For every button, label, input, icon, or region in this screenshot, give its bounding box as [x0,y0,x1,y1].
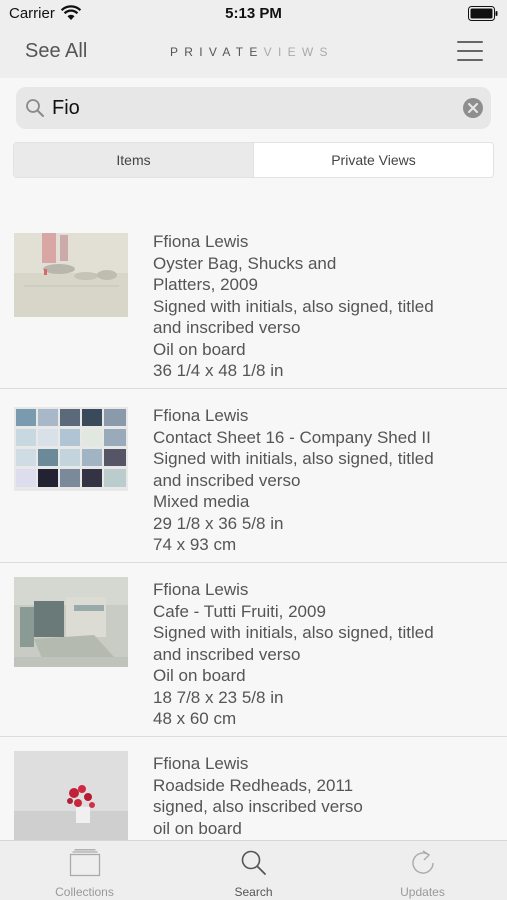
result-inscription-line: Signed with initials, also signed, title… [153,449,434,468]
result-row[interactable]: Ffiona Lewis Oyster Bag, Shucks and Plat… [0,215,507,389]
result-inscription-line: signed, also inscribed verso [153,797,363,816]
segment-private-views[interactable]: Private Views [254,143,493,177]
nav-bar: See All PRIVATEVIEWS [0,28,507,78]
result-medium: Oil on board [153,339,246,359]
result-medium: Mixed media [153,492,250,511]
brand-logo: PRIVATEVIEWS [170,45,334,59]
result-inscription-line: and inscribed verso [153,318,301,337]
artwork-thumbnail [14,233,128,317]
result-title-line: Roadside Redheads, 2011 [153,775,354,795]
result-inscription-line: and inscribed verso [153,470,301,490]
result-dimensions: 48 x 60 cm [153,709,237,728]
status-bar: Carrier 5:13 PM [0,0,507,28]
status-time: 5:13 PM [225,5,282,22]
result-medium: oil on board [153,818,242,838]
result-row[interactable]: Ffiona Lewis Roadside Redheads, 2011 sig… [0,737,507,840]
result-inscription-line: Signed with initials, also signed, title… [153,296,434,316]
result-details: Ffiona Lewis Roadside Redheads, 2011 sig… [153,753,493,839]
segmented-control: Items Private Views [13,142,494,178]
result-artist: Ffiona Lewis [153,580,249,599]
result-title-line: Contact Sheet 16 - Company Shed II [153,427,431,447]
result-artist: Ffiona Lewis [153,232,249,251]
collections-icon [69,849,100,877]
result-title-line: Platters, 2009 [153,275,258,294]
search-field [16,87,491,129]
tab-collections[interactable]: Collections [0,841,169,900]
result-inscription-line: and inscribed verso [153,644,301,664]
artwork-thumbnail [14,577,128,667]
artwork-thumbnail [14,407,128,491]
result-row[interactable]: Ffiona Lewis Cafe - Tutti Fruiti, 2009 S… [0,563,507,737]
result-medium: Oil on board [153,666,246,685]
see-all-button[interactable]: See All [25,40,87,63]
artwork-thumbnail [14,751,128,840]
result-dimensions: 36 1/4 x 48 1/8 in [153,361,284,380]
battery-icon [468,6,498,21]
result-dimensions: 29 1/8 x 36 5/8 in [153,513,284,533]
clear-search-icon[interactable] [463,98,483,118]
tab-collections-label: Collections [55,885,114,899]
result-inscription-line: Signed with initials, also signed, title… [153,623,434,642]
brand-views: VIEWS [263,45,334,59]
search-bar [0,78,507,138]
brand-private: PRIVATE [170,45,264,59]
result-details: Ffiona Lewis Cafe - Tutti Fruiti, 2009 S… [153,579,493,730]
result-artist: Ffiona Lewis [153,406,249,425]
tab-search[interactable]: Search [169,841,338,900]
magnifier-icon [26,99,44,117]
tab-search-label: Search [234,885,273,899]
search-icon [241,850,266,875]
result-artist: Ffiona Lewis [153,754,249,773]
result-title-line: Oyster Bag, Shucks and [153,253,337,273]
result-row[interactable]: Ffiona Lewis Contact Sheet 16 - Company … [0,389,507,563]
result-dimensions: 18 7/8 x 23 5/8 in [153,687,284,707]
result-dimensions: 74 x 93 cm [153,535,237,554]
refresh-icon [411,850,434,874]
hamburger-menu-icon[interactable] [457,41,483,63]
result-details: Ffiona Lewis Contact Sheet 16 - Company … [153,405,493,556]
search-input[interactable] [52,93,442,123]
tab-updates[interactable]: Updates [338,841,507,900]
results-list: Ffiona Lewis Oyster Bag, Shucks and Plat… [0,215,507,840]
tab-updates-label: Updates [400,885,445,899]
segment-items[interactable]: Items [14,143,254,177]
result-details: Ffiona Lewis Oyster Bag, Shucks and Plat… [153,231,493,382]
tab-bar: Collections Search Updates [0,840,507,900]
result-title-line: Cafe - Tutti Fruiti, 2009 [153,601,326,621]
